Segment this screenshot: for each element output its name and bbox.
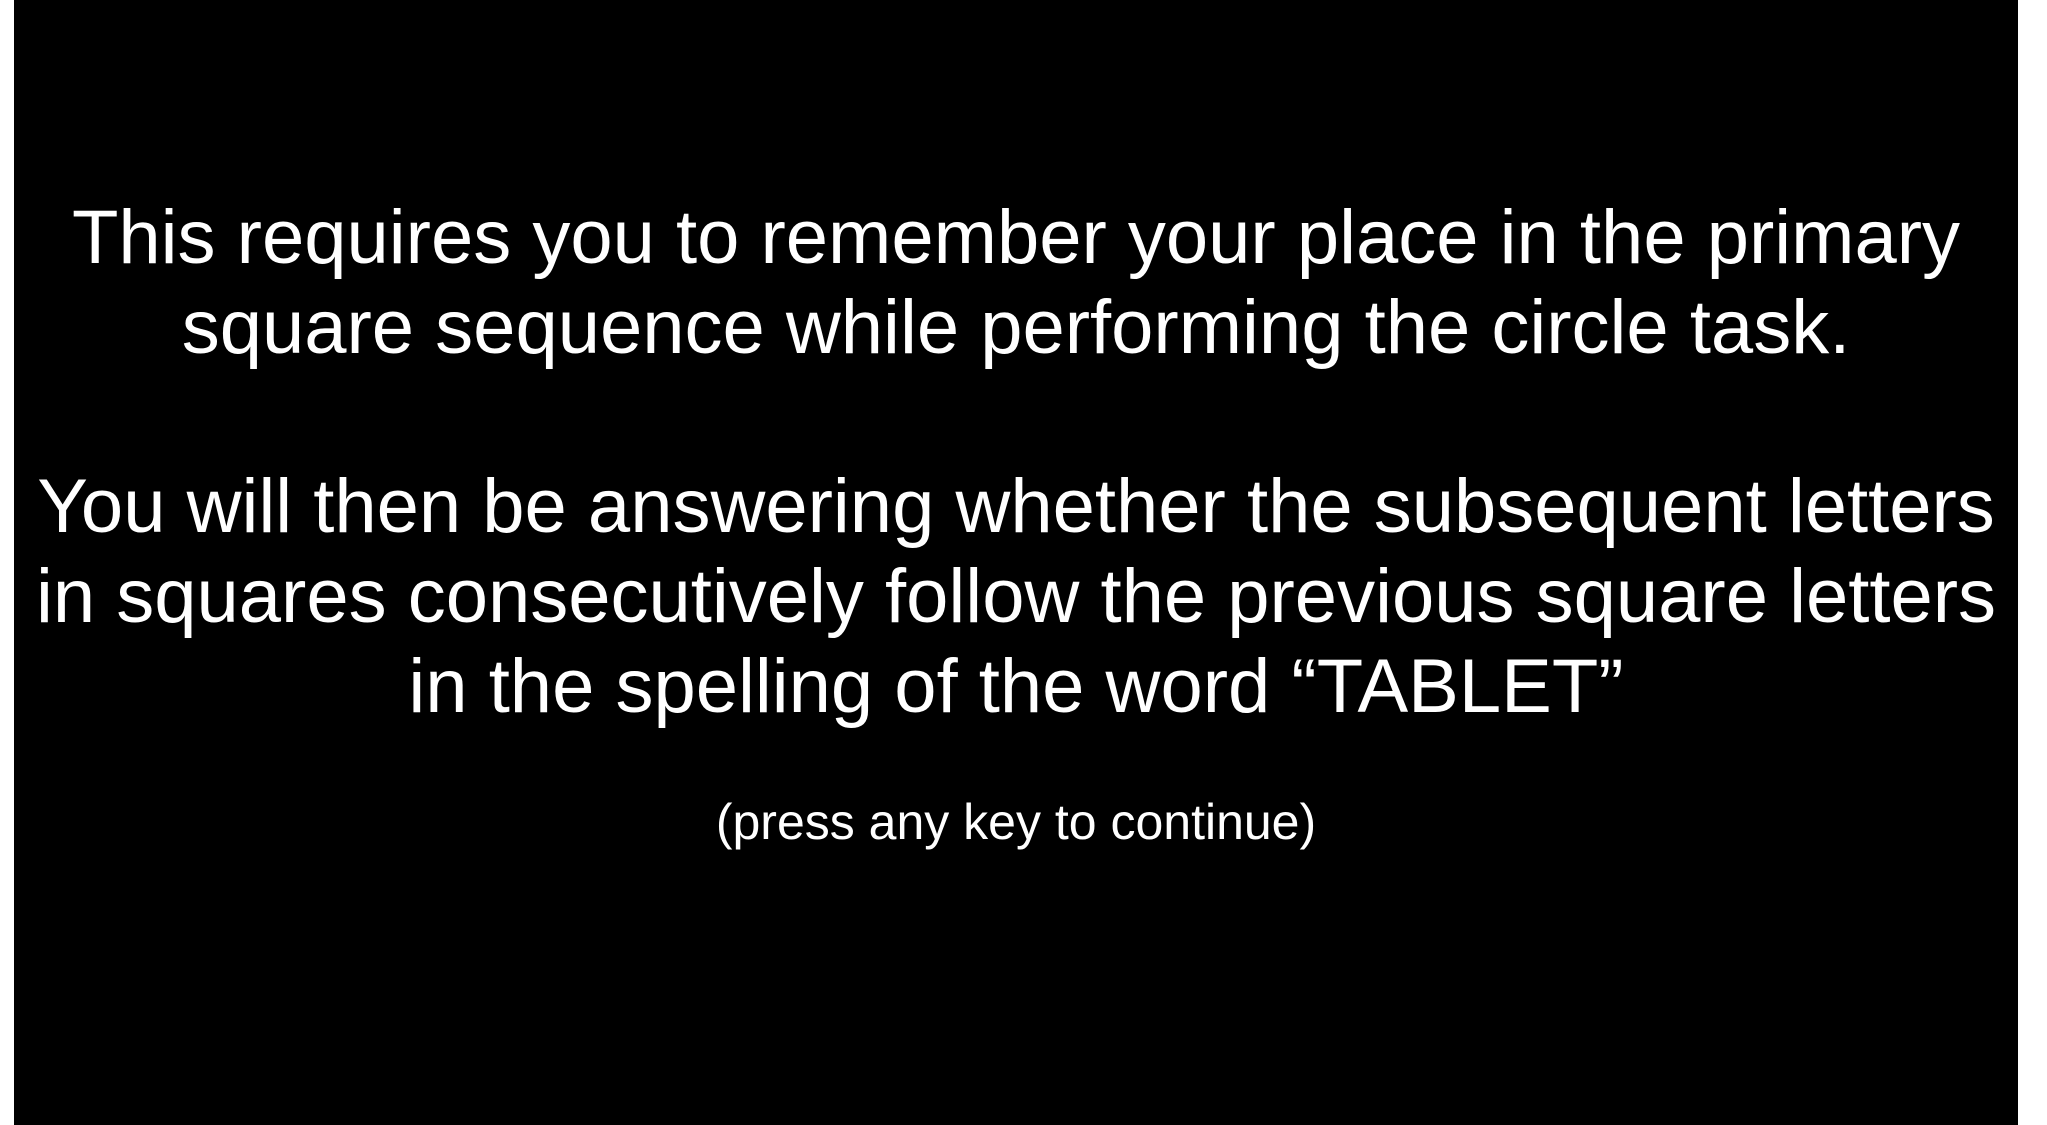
instruction-line: square sequence while performing the cir… (181, 285, 1851, 370)
instruction-paragraph-2: You will then be answering whether the s… (14, 462, 2018, 732)
continue-prompt: (press any key to continue) (715, 794, 1317, 850)
instruction-paragraph-1: This requires you to remember your place… (14, 193, 2018, 373)
instruction-line: This requires you to remember your place… (71, 195, 1961, 280)
instruction-screen[interactable]: This requires you to remember your place… (14, 0, 2018, 1125)
instruction-line: in squares consecutively follow the prev… (35, 554, 1997, 639)
instruction-line: You will then be answering whether the s… (37, 464, 1995, 549)
instruction-line: in the spelling of the word “TABLET” (408, 644, 1624, 729)
